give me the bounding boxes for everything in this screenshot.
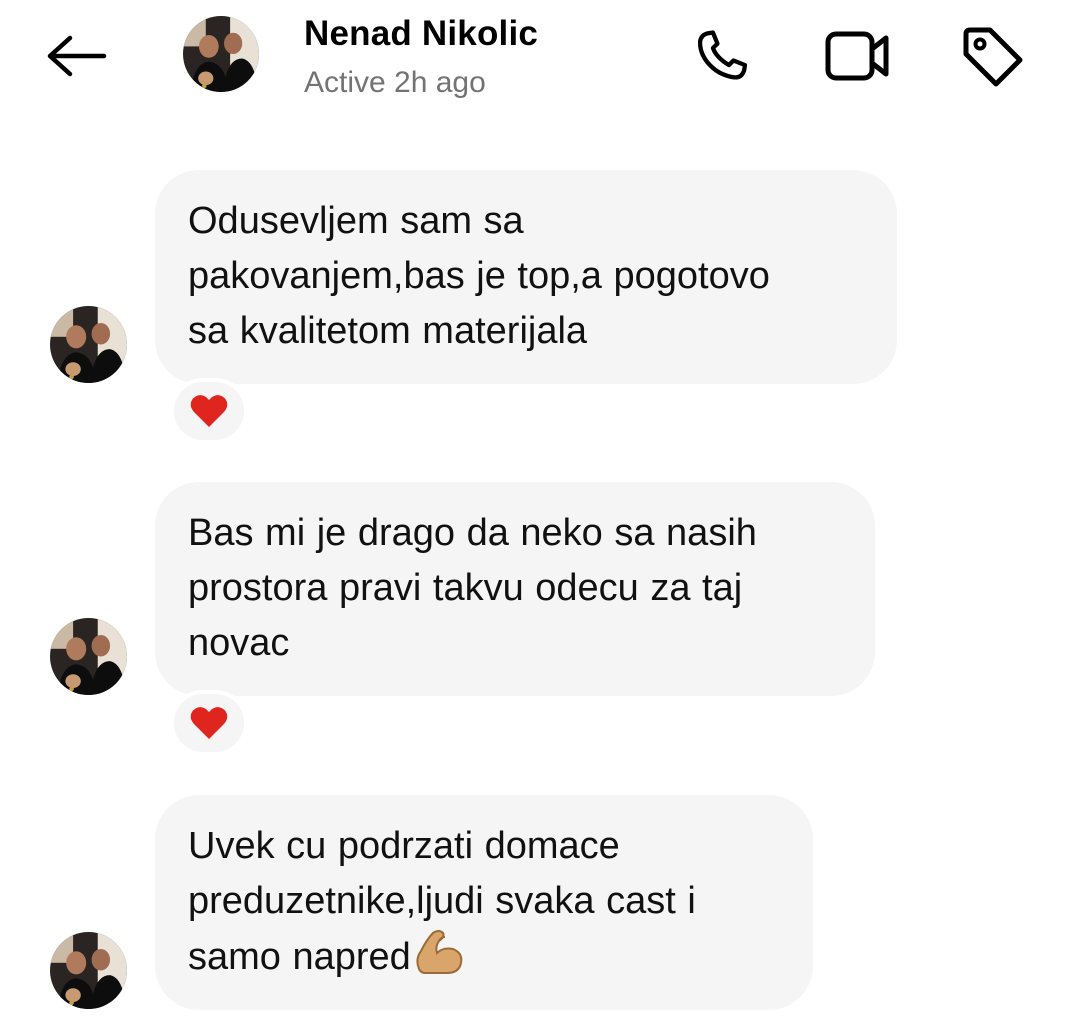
message-text: Bas mi je drago da neko sa nasih prostor… <box>188 512 757 664</box>
sender-avatar[interactable] <box>50 306 127 383</box>
tag-icon <box>963 27 1023 87</box>
message-text: Uvek cu podrzati domace preduzetnike,lju… <box>188 819 781 991</box>
video-camera-icon <box>825 31 889 81</box>
chat-header: Nenad Nikolic Active 2h ago <box>0 0 1080 120</box>
message-text: Odusevljem sam sa pakovanjem,bas je top,… <box>188 200 770 352</box>
contact-status: Active 2h ago <box>304 66 486 99</box>
arrow-left-icon <box>47 35 107 77</box>
heart-icon <box>189 705 229 741</box>
contact-avatar[interactable] <box>183 16 259 92</box>
message-bubble[interactable]: Uvek cu podrzati domace preduzetnike,lju… <box>155 795 813 1010</box>
back-button[interactable] <box>40 26 112 86</box>
audio-call-button[interactable] <box>686 20 758 92</box>
message-reaction[interactable] <box>170 378 248 444</box>
contact-name[interactable]: Nenad Nikolic <box>304 14 538 54</box>
sender-avatar[interactable] <box>50 618 127 695</box>
avatar-photo <box>50 618 127 695</box>
avatar-photo <box>50 306 127 383</box>
message-reaction[interactable] <box>170 690 248 756</box>
message-bubble[interactable]: Bas mi je drago da neko sa nasih prostor… <box>155 482 875 696</box>
label-chat-button[interactable] <box>956 20 1028 92</box>
flexed-biceps-icon <box>413 929 465 991</box>
phone-icon <box>697 30 748 80</box>
avatar-photo <box>50 932 127 1009</box>
message-bubble[interactable]: Odusevljem sam sa pakovanjem,bas je top,… <box>155 170 897 384</box>
heart-icon <box>189 393 229 429</box>
video-call-button[interactable] <box>822 20 894 92</box>
avatar-photo <box>183 16 259 92</box>
sender-avatar[interactable] <box>50 932 127 1009</box>
